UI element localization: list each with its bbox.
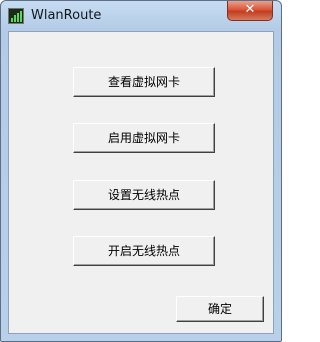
close-button[interactable]: ✕ [227, 1, 273, 21]
close-icon: ✕ [244, 2, 256, 17]
enable-virtual-nic-button[interactable]: 启用虚拟网卡 [73, 123, 215, 153]
app-window: WlanRoute ✕ 查看虚拟网卡 启用虚拟网卡 设置无线热点 开启无线热点 … [0, 0, 282, 342]
window-title: WlanRoute [31, 8, 102, 23]
ok-button[interactable]: 确定 [176, 296, 264, 322]
wlan-app-icon [8, 8, 24, 24]
dialog-client-area: 查看虚拟网卡 启用虚拟网卡 设置无线热点 开启无线热点 确定 [8, 31, 274, 334]
start-hotspot-button[interactable]: 开启无线热点 [73, 236, 215, 266]
setup-hotspot-button[interactable]: 设置无线热点 [73, 180, 215, 210]
view-virtual-nic-button[interactable]: 查看虚拟网卡 [73, 67, 215, 97]
title-bar[interactable]: WlanRoute ✕ [1, 1, 281, 31]
